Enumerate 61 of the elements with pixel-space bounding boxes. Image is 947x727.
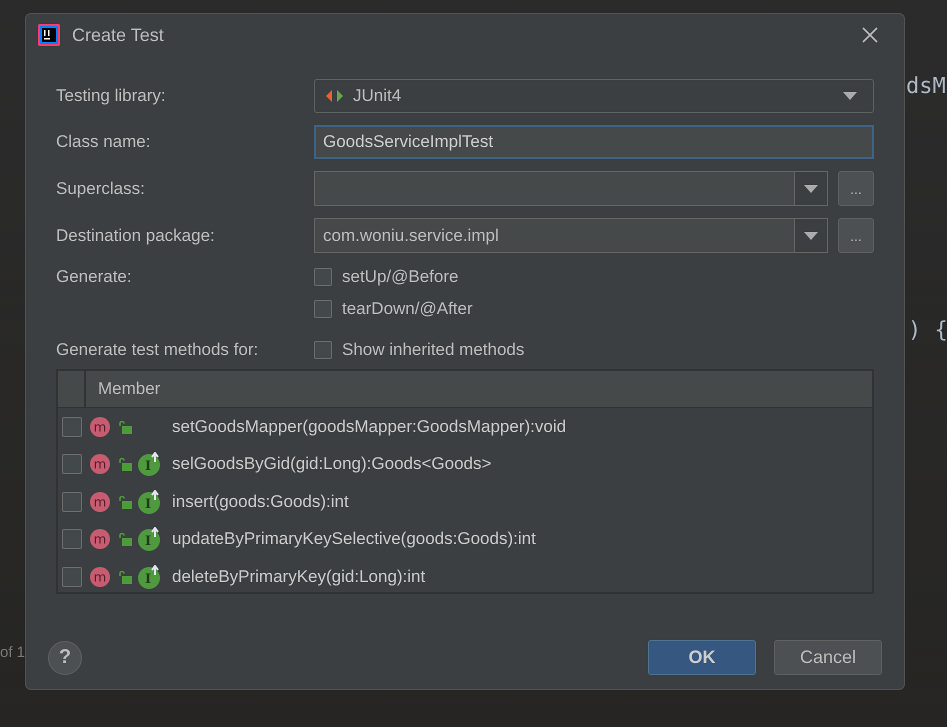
checkbox[interactable] <box>314 268 332 286</box>
method-icon: m <box>90 566 110 587</box>
member-row[interactable]: m I selGoodsByGid(gid:Long):Goods<Goods> <box>58 446 872 483</box>
help-button[interactable]: ? <box>48 640 82 674</box>
checkbox[interactable] <box>62 566 82 587</box>
window-title: Create Test <box>72 24 165 46</box>
lock-icon <box>118 457 132 472</box>
methods-label: Generate test methods for: <box>56 340 260 360</box>
field-label: Testing library: <box>56 86 167 106</box>
method-signature: insert(goods:Goods):int <box>172 492 349 512</box>
checkbox[interactable] <box>62 416 82 437</box>
lock-icon <box>118 420 132 434</box>
field-label: Class name: <box>56 132 152 152</box>
lock-icon <box>118 570 132 584</box>
generate-checkbox[interactable]: setUp/@Before <box>314 267 473 287</box>
browse-button[interactable]: ... <box>838 218 874 253</box>
method-icon: m <box>90 416 110 437</box>
member-row[interactable]: m I deleteByPrimaryKey(gid:Long):int <box>58 558 872 596</box>
field-label: Superclass: <box>56 178 146 198</box>
close-icon[interactable] <box>862 27 878 43</box>
member-row[interactable]: m I insert(goods:Goods):int <box>58 483 872 520</box>
lock-icon <box>118 532 132 546</box>
code-text: of 1 <box>0 644 26 661</box>
cancel-button[interactable]: Cancel <box>774 640 882 675</box>
combo-field[interactable]: com.woniu.service.impl <box>314 218 828 253</box>
checkbox[interactable] <box>62 492 82 512</box>
method-signature: updateByPrimaryKeySelective(goods:Goods):int <box>172 529 536 550</box>
caret-icon <box>804 232 818 240</box>
implements-icon: I <box>138 490 162 514</box>
class-name-field[interactable]: GoodsServiceImplTest <box>314 125 874 159</box>
implements-icon: I <box>138 527 162 552</box>
junit-icon <box>325 89 345 103</box>
ok-button[interactable]: OK <box>648 640 756 675</box>
caret-icon <box>843 92 857 100</box>
show-inherited-checkbox[interactable]: Show inherited methods <box>314 340 524 360</box>
lock-icon <box>118 494 132 509</box>
method-signature: setGoodsMapper(goodsMapper:GoodsMapper):void <box>172 416 566 437</box>
code-text: dsM <box>906 74 946 99</box>
method-icon: m <box>90 454 110 474</box>
method-signature: selGoodsByGid(gid:Long):Goods<Goods> <box>172 454 492 474</box>
method-icon: m <box>90 492 110 512</box>
library-dropdown[interactable]: JUnit4 <box>314 79 874 113</box>
implements-icon: I <box>138 452 162 476</box>
checkbox[interactable] <box>314 300 332 318</box>
generate-checkbox[interactable]: tearDown/@After <box>314 299 473 319</box>
implements-icon: I <box>138 564 162 589</box>
member-row[interactable]: m setGoodsMapper(goodsMapper:GoodsMapper):void <box>58 408 872 446</box>
method-signature: deleteByPrimaryKey(gid:Long):int <box>172 566 426 587</box>
field-label: Destination package: <box>56 226 216 246</box>
combo-field[interactable] <box>314 171 828 206</box>
app-logo-icon <box>38 24 60 46</box>
checkbox[interactable] <box>62 454 82 474</box>
member-row[interactable]: m I updateByPrimaryKeySelective(goods:Goods):int <box>58 520 872 558</box>
checkbox[interactable] <box>62 529 82 550</box>
generate-label: Generate: <box>56 267 133 288</box>
method-icon: m <box>90 529 110 550</box>
caret-icon <box>804 184 818 192</box>
code-text: ) { <box>908 318 947 343</box>
checkbox[interactable] <box>314 341 332 359</box>
browse-button[interactable]: ... <box>838 171 874 206</box>
column-header[interactable]: Member <box>86 379 160 399</box>
